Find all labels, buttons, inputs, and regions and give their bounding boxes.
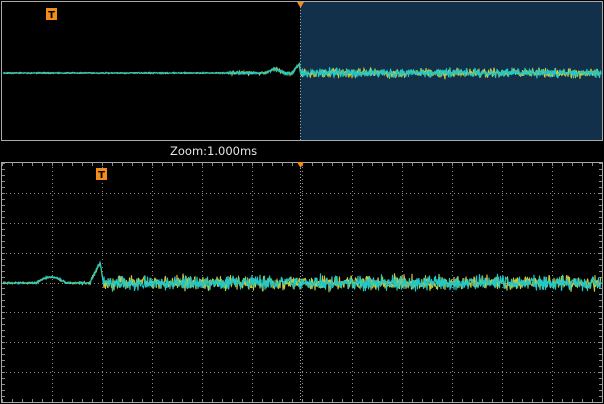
zoom-timebase-label: Zoom:1.000ms bbox=[170, 144, 258, 158]
svg-text:T: T bbox=[48, 10, 55, 21]
zoom-trigger-marker[interactable]: T bbox=[96, 168, 107, 181]
zoom-panel: T bbox=[1, 162, 603, 403]
svg-text:T: T bbox=[98, 170, 105, 181]
overview-trigger-marker[interactable]: T bbox=[46, 8, 57, 21]
overview-panel: T bbox=[1, 1, 603, 141]
oscilloscope-display: T T bbox=[1, 1, 603, 403]
overview-zoom-region bbox=[300, 2, 602, 140]
